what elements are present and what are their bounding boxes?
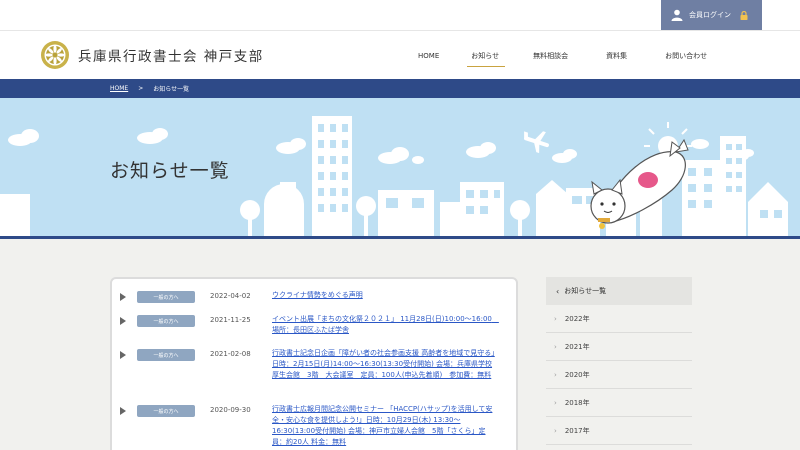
sidebar-year-label: 2018年 <box>564 398 590 407</box>
site-title: 兵庫県行政書士会 神戸支部 <box>78 49 264 65</box>
sidebar-year-label: 2021年 <box>564 342 590 351</box>
mascot-cat-illustration <box>590 138 689 229</box>
sidebar-item-year[interactable]: › 2022年 <box>546 305 692 333</box>
news-date: 2022-04-02 <box>210 292 251 300</box>
chevron-right-icon: › <box>554 314 557 323</box>
category-badge: 一般の方へ <box>137 405 195 417</box>
member-login-button[interactable]: 会員ログイン <box>661 0 762 30</box>
news-list: 一般の方へ 2022-04-02 ウクライナ情勢をめぐる声明 一般の方へ 202… <box>110 277 518 450</box>
main-nav: HOME お知らせ 無料相談会 資料集 お問い合わせ <box>406 31 707 80</box>
site-logo[interactable]: 兵庫県行政書士会 神戸支部 <box>40 40 264 70</box>
category-badge: 一般の方へ <box>137 349 195 361</box>
news-date: 2020-09-30 <box>210 406 251 414</box>
category-badge: 一般の方へ <box>137 291 195 303</box>
news-title-link[interactable]: イベント出展「まちの文化祭２０２１」 11月28日(日)10:00〜16:00 … <box>272 314 499 336</box>
nav-news[interactable]: お知らせ <box>467 31 505 80</box>
arrow-right-icon <box>120 293 126 301</box>
sidebar-year-label: 2020年 <box>564 370 590 379</box>
sidebar-item-year[interactable]: › 2020年 <box>546 361 692 389</box>
chevron-left-icon: ‹ <box>556 286 560 296</box>
sidebar-heading[interactable]: ‹ お知らせ一覧 <box>546 277 692 305</box>
hero-divider <box>0 236 800 239</box>
chevron-right-icon: › <box>554 398 557 407</box>
news-title-link[interactable]: ウクライナ情勢をめぐる声明 <box>272 290 496 301</box>
news-title-link[interactable]: 行政書士広報月間記念公開セミナー 「HACCP(ハサップ)を活用して安全・安心な… <box>272 404 496 448</box>
sidebar-year-archive: ‹ お知らせ一覧 › 2022年 › 2021年 › 2020年 › 2018年… <box>546 277 692 450</box>
sidebar-item-year[interactable]: › 2017年 <box>546 417 692 445</box>
news-title-link[interactable]: 行政書士記念日企画「障がい者の社会参画支援 高齢者を地域で見守る」日時：2月15… <box>272 348 496 381</box>
chevron-right-icon: › <box>554 370 557 379</box>
breadcrumb-home-link[interactable]: HOME <box>110 85 128 92</box>
arrow-right-icon <box>120 317 126 325</box>
nav-materials[interactable]: 資料集 <box>606 31 627 80</box>
nav-home[interactable]: HOME <box>418 31 439 80</box>
sidebar-item-year[interactable]: › 2018年 <box>546 389 692 417</box>
top-bar: 会員ログイン <box>0 0 800 30</box>
breadcrumb: HOME > お知らせ一覧 <box>0 79 800 98</box>
nav-free-consultation[interactable]: 無料相談会 <box>533 31 568 80</box>
site-header: 兵庫県行政書士会 神戸支部 HOME お知らせ 無料相談会 資料集 お問い合わせ <box>0 30 800 79</box>
page-title: お知らせ一覧 <box>110 160 230 182</box>
hero-banner: お知らせ一覧 <box>0 98 800 238</box>
airplane-icon <box>524 131 549 154</box>
category-badge: 一般の方へ <box>137 315 195 327</box>
member-login-label: 会員ログイン <box>689 11 731 19</box>
arrow-right-icon <box>120 407 126 415</box>
arrow-right-icon <box>120 351 126 359</box>
sidebar-item-year[interactable]: › 2021年 <box>546 333 692 361</box>
logo-emblem-icon <box>41 41 69 69</box>
sidebar-year-label: 2022年 <box>564 314 590 323</box>
breadcrumb-separator: > <box>138 85 144 92</box>
user-icon <box>671 9 683 21</box>
lock-icon <box>740 10 748 20</box>
breadcrumb-current: お知らせ一覧 <box>153 86 190 93</box>
news-date: 2021-11-25 <box>210 316 251 324</box>
news-date: 2021-02-08 <box>210 350 251 358</box>
chevron-right-icon: › <box>554 426 557 435</box>
sidebar-year-label: 2017年 <box>564 426 590 435</box>
chevron-right-icon: › <box>554 342 557 351</box>
sidebar-heading-label: お知らせ一覧 <box>564 287 607 295</box>
nav-contact[interactable]: お問い合わせ <box>665 31 707 80</box>
